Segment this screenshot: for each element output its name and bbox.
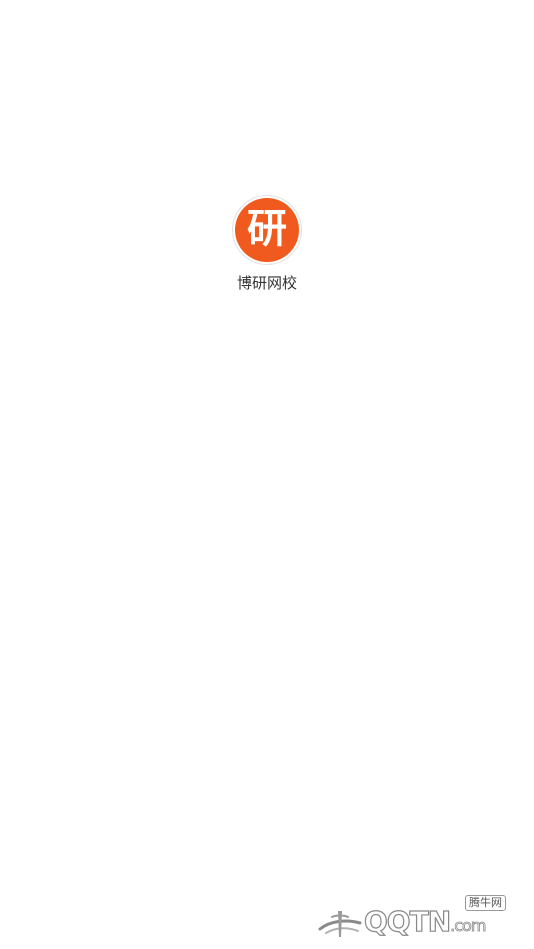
watermark: 腾牛网 QQTN.com [316, 895, 526, 943]
watermark-suffix: .com [450, 916, 487, 936]
app-logo-icon: 研 [235, 198, 299, 262]
app-logo: 研 [232, 195, 302, 265]
app-logo-char: 研 [247, 206, 287, 252]
watermark-brand-text: QQTN [363, 905, 451, 938]
splash-screen: 研 博研网校 腾牛网 QQTN.com [0, 0, 534, 949]
swoosh-logo-icon [318, 911, 362, 937]
app-name: 博研网校 [236, 274, 297, 292]
watermark-brand: QQTN.com [363, 905, 487, 941]
